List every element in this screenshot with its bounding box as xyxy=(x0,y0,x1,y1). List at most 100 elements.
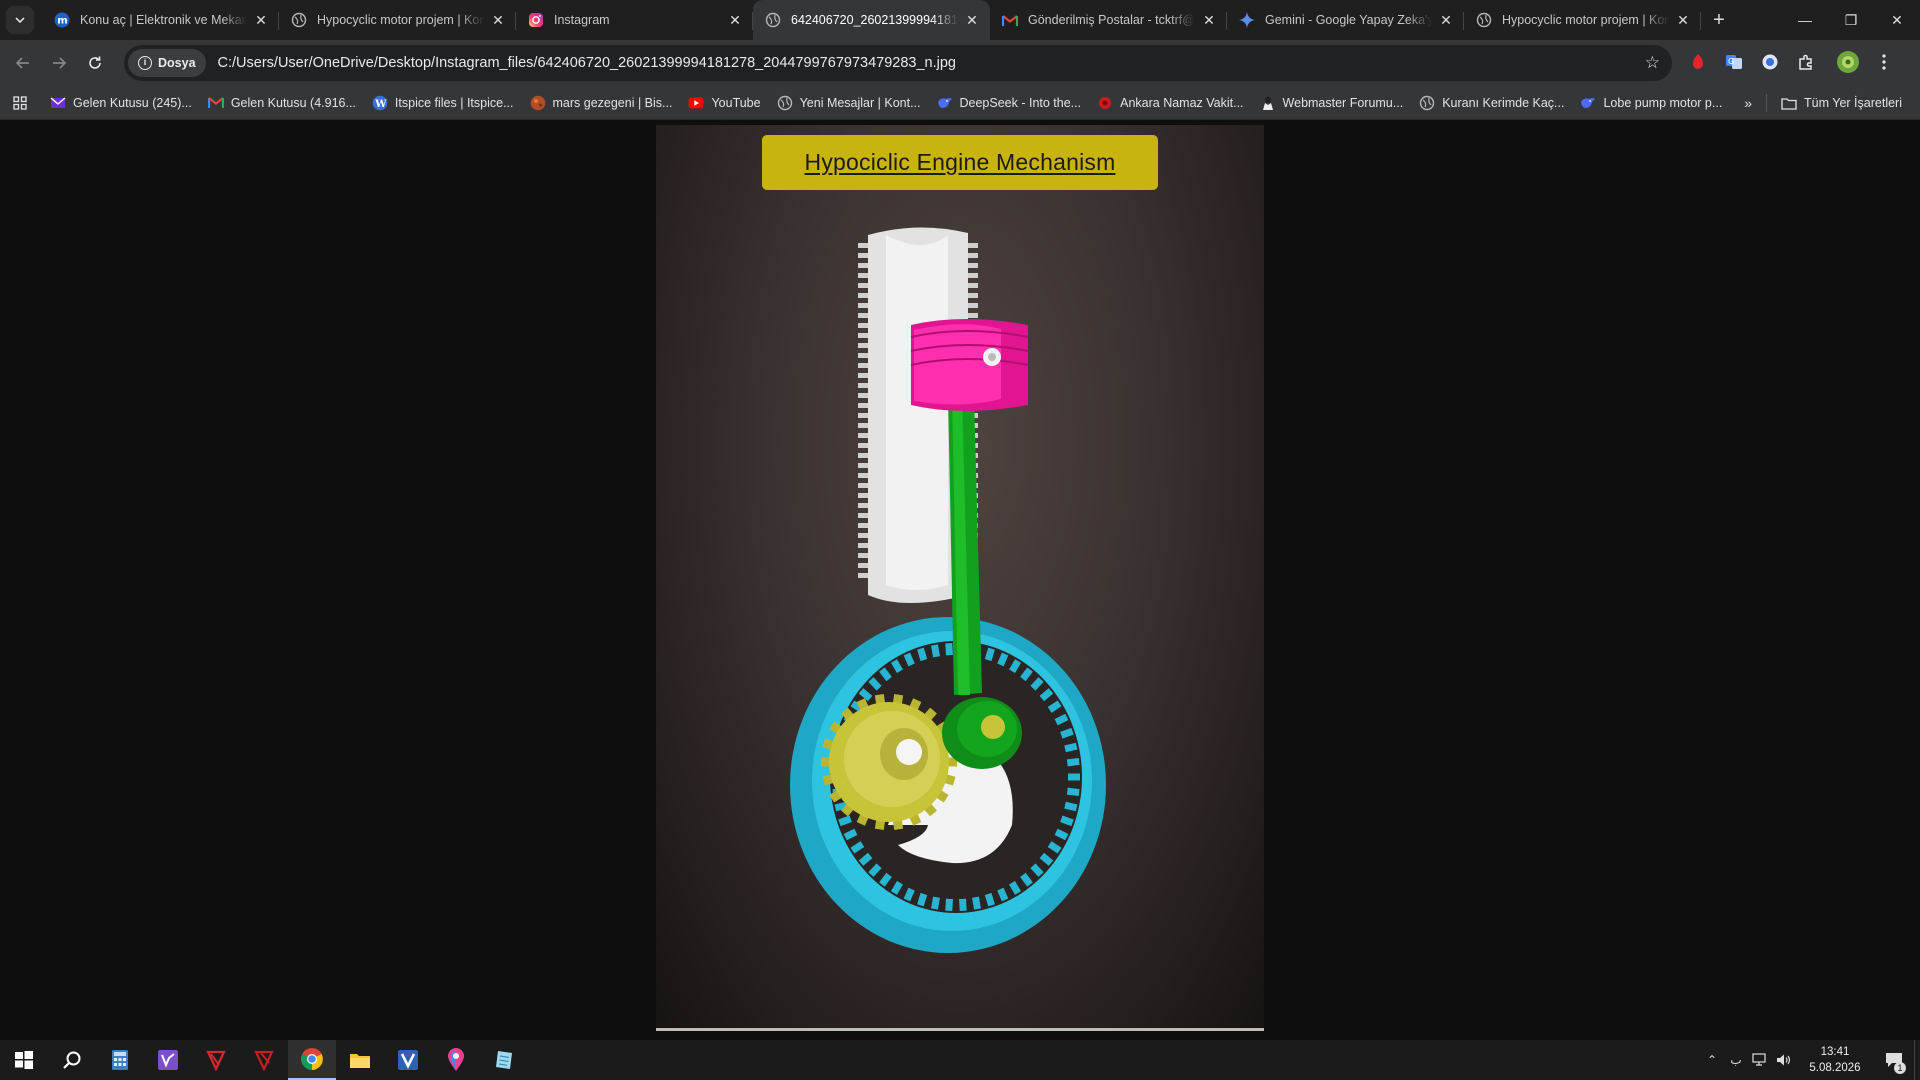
visual-studio-icon[interactable] xyxy=(144,1040,192,1080)
bookmark-item[interactable]: Lobe pump motor p... xyxy=(1572,90,1730,116)
notification-center-icon[interactable]: 1 xyxy=(1874,1040,1914,1080)
windows-taskbar: ⌃ ب 13:41 5.08.2026 1 xyxy=(0,1040,1920,1080)
bookmark-item[interactable]: W Itspice files | Itspice... xyxy=(364,90,522,116)
globe-icon xyxy=(291,12,307,28)
bookmark-item[interactable]: Yeni Mesajlar | Kont... xyxy=(769,90,929,116)
volume-icon[interactable] xyxy=(1772,1040,1796,1080)
maps-pin-icon[interactable] xyxy=(432,1040,480,1080)
bookmark-label: mars gezegeni | Bis... xyxy=(552,95,673,110)
tab-title: Gönderilmiş Postalar - tcktrf@g xyxy=(1028,13,1195,27)
tab-close-icon[interactable]: ✕ xyxy=(1675,12,1691,28)
clock-time: 13:41 xyxy=(1820,1046,1850,1058)
foxit-pdf-icon[interactable] xyxy=(240,1040,288,1080)
chevron-down-icon xyxy=(15,17,25,24)
tab[interactable]: Gemini - Google Yapay Zeka'ya ✕ xyxy=(1227,0,1464,40)
extension-blue-circle-icon[interactable] xyxy=(1756,48,1784,76)
info-icon: i xyxy=(138,56,152,70)
notes-icon[interactable] xyxy=(480,1040,528,1080)
engine-mechanism-illustration xyxy=(790,227,1106,953)
apps-grid-icon[interactable] xyxy=(4,90,36,116)
tab[interactable]: Instagram ✕ xyxy=(516,0,753,40)
globe-icon xyxy=(1419,95,1435,111)
bookmark-item[interactable]: DeepSeek - Into the... xyxy=(929,90,1090,116)
forward-button[interactable] xyxy=(42,46,76,80)
globe-icon xyxy=(1476,12,1492,28)
tab[interactable]: Hypocyclic motor projem | Kon ✕ xyxy=(279,0,516,40)
tab-title: Instagram xyxy=(554,13,610,27)
bookmark-item[interactable]: YouTube xyxy=(680,90,768,116)
all-bookmarks-label: Tüm Yer İşaretleri xyxy=(1804,96,1902,110)
tab-strip: m Konu aç | Elektronik ve Mekanik ✕ Hypocyc… xyxy=(0,0,1920,40)
profile-avatar-icon[interactable] xyxy=(1834,48,1862,76)
browser-menu-icon[interactable] xyxy=(1870,48,1898,76)
chrome-icon[interactable] xyxy=(288,1040,336,1080)
more-bookmarks-button[interactable]: » xyxy=(1736,90,1760,116)
tab-title: Konu aç | Elektronik ve Mekanik xyxy=(80,13,247,27)
tab-close-icon[interactable]: ✕ xyxy=(1438,12,1454,28)
extensions-puzzle-icon[interactable] xyxy=(1792,48,1820,76)
clock-date: 5.08.2026 xyxy=(1809,1062,1861,1074)
network-icon[interactable] xyxy=(1748,1040,1772,1080)
bookmark-item[interactable]: Ankara Namaz Vakit... xyxy=(1089,90,1251,116)
extension-red-icon[interactable] xyxy=(1684,48,1712,76)
new-tab-button[interactable]: + xyxy=(1705,6,1733,34)
close-window-button[interactable]: ✕ xyxy=(1874,0,1920,40)
windows-start-icon[interactable] xyxy=(0,1040,48,1080)
mars-icon xyxy=(530,95,546,111)
tab-close-icon[interactable]: ✕ xyxy=(1201,12,1217,28)
address-bar[interactable]: i Dosya C:/Users/User/OneDrive/Desktop/I… xyxy=(124,45,1672,81)
calculator-icon[interactable] xyxy=(96,1040,144,1080)
bookmark-label: YouTube xyxy=(711,95,761,110)
show-desktop-button[interactable] xyxy=(1914,1040,1920,1080)
deepseek-icon xyxy=(937,95,953,111)
bookmark-label: Ankara Namaz Vakit... xyxy=(1120,95,1244,110)
keyboard-language-icon[interactable]: ب xyxy=(1724,1040,1748,1080)
tab-close-icon[interactable]: ✕ xyxy=(727,12,743,28)
svg-text:G: G xyxy=(1728,57,1734,66)
foxit-reader-icon[interactable] xyxy=(192,1040,240,1080)
tab[interactable]: m Konu aç | Elektronik ve Mekanik ✕ xyxy=(42,0,279,40)
minimize-button[interactable]: — xyxy=(1782,0,1828,40)
reload-button[interactable] xyxy=(78,46,112,80)
youtube-icon xyxy=(688,95,704,111)
vnc-viewer-icon[interactable] xyxy=(384,1040,432,1080)
search-icon[interactable] xyxy=(48,1040,96,1080)
tab-close-icon[interactable]: ✕ xyxy=(964,12,980,28)
arrow-left-icon xyxy=(15,57,29,69)
bookmark-item[interactable]: mars gezegeni | Bis... xyxy=(522,90,681,116)
tab-title: 642406720_26021399994181278 xyxy=(791,13,958,27)
tab-close-icon[interactable]: ✕ xyxy=(253,12,269,28)
bookmark-item[interactable]: Gelen Kutusu (245)... xyxy=(42,90,200,116)
bookmark-label: Gelen Kutusu (245)... xyxy=(73,95,192,110)
bookmark-item[interactable]: Kuranı Kerimde Kaç... xyxy=(1411,90,1572,116)
tab[interactable]: Hypocyclic motor projem | Kon ✕ xyxy=(1464,0,1701,40)
bookmark-label: Gelen Kutusu (4.916... xyxy=(230,95,356,110)
clock[interactable]: 13:41 5.08.2026 xyxy=(1796,1044,1874,1076)
gmail-icon xyxy=(1002,12,1018,28)
tab-active[interactable]: 642406720_26021399994181278 ✕ xyxy=(753,0,990,40)
translate-icon[interactable]: G xyxy=(1720,48,1748,76)
system-tray: ⌃ ب 13:41 5.08.2026 1 xyxy=(1700,1040,1920,1080)
all-bookmarks-folder[interactable]: Tüm Yer İşaretleri xyxy=(1773,90,1910,116)
show-hidden-icons-chevron-icon[interactable]: ⌃ xyxy=(1700,1040,1724,1080)
tab-title: Hypocyclic motor projem | Kon xyxy=(1502,13,1669,27)
url-text[interactable]: C:/Users/User/OneDrive/Desktop/Instagram… xyxy=(218,55,956,71)
displayed-image: Hypociclic Engine Mechanism xyxy=(656,125,1264,1031)
restore-button[interactable]: ❐ xyxy=(1828,0,1874,40)
bookmark-item[interactable]: Webmaster Forumu... xyxy=(1252,90,1412,116)
notification-count-badge: 1 xyxy=(1894,1062,1906,1074)
image-bottom-edge xyxy=(656,1028,1264,1031)
tab[interactable]: Gönderilmiş Postalar - tcktrf@g ✕ xyxy=(990,0,1227,40)
bookmark-label: Lobe pump motor p... xyxy=(1603,95,1723,110)
site-info-chip[interactable]: i Dosya xyxy=(128,49,206,77)
tab-close-icon[interactable]: ✕ xyxy=(490,12,506,28)
svg-text:W: W xyxy=(374,98,387,109)
gemini-icon xyxy=(1239,12,1255,28)
wordpress-icon: W xyxy=(372,95,388,111)
bookmark-star-icon[interactable]: ☆ xyxy=(1645,53,1660,73)
reload-icon xyxy=(89,56,101,69)
file-explorer-icon[interactable] xyxy=(336,1040,384,1080)
bookmark-item[interactable]: Gelen Kutusu (4.916... xyxy=(200,90,364,116)
tab-search-button[interactable] xyxy=(6,6,34,34)
back-button[interactable] xyxy=(6,46,40,80)
